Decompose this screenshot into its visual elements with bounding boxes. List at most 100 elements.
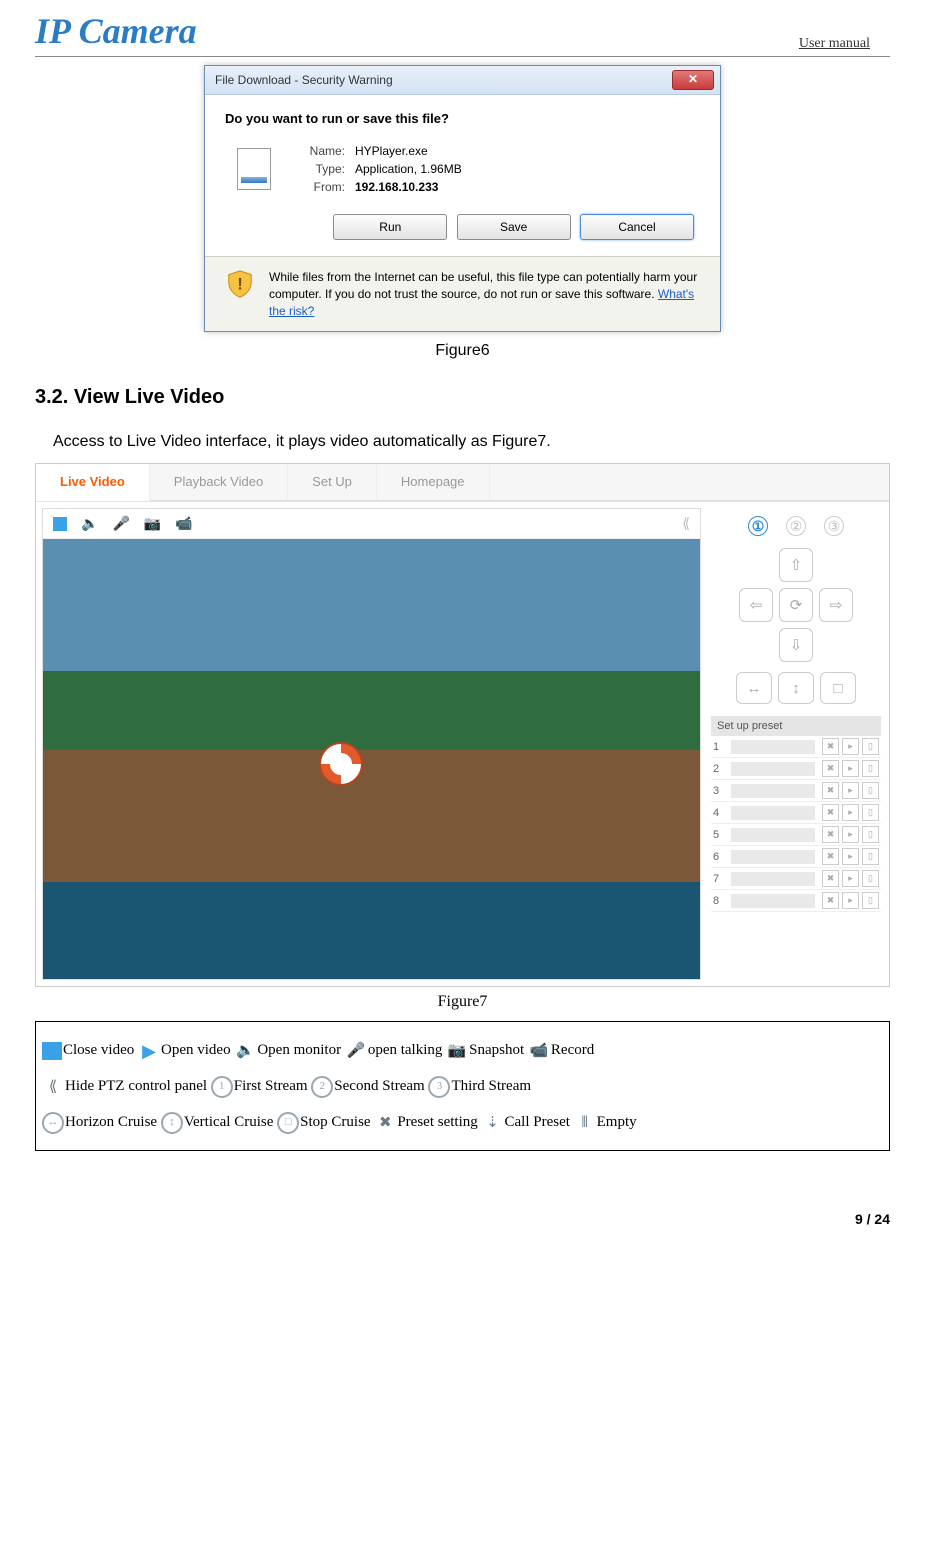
preset-clear-icon[interactable]: ▯ — [862, 870, 879, 887]
mic-icon[interactable] — [112, 515, 129, 532]
legend-icon: 🔈 — [234, 1042, 256, 1060]
preset-name-slot[interactable] — [731, 872, 815, 886]
tab-set-up[interactable]: Set Up — [288, 464, 377, 500]
preset-number: 2 — [713, 763, 727, 775]
stop-icon[interactable] — [53, 517, 67, 531]
preset-name-slot[interactable] — [731, 806, 815, 820]
preset-call-icon[interactable]: ▸ — [842, 826, 859, 843]
preset-name-slot[interactable] — [731, 740, 815, 754]
run-button[interactable]: Run — [333, 214, 447, 240]
preset-call-icon[interactable]: ▸ — [842, 892, 859, 909]
preset-name-slot[interactable] — [731, 784, 815, 798]
file-download-dialog: File Download - Security Warning ✕ Do yo… — [204, 65, 721, 332]
preset-heading: Set up preset — [711, 716, 881, 736]
preset-set-icon[interactable]: ✖ — [822, 760, 839, 777]
ptz-right-button[interactable]: ⇨ — [819, 588, 853, 622]
logo: IP Camera — [35, 10, 197, 52]
preset-clear-icon[interactable]: ▯ — [862, 738, 879, 755]
ptz-center-button[interactable]: ⟳ — [779, 588, 813, 622]
legend-label: Second Stream — [334, 1078, 424, 1094]
type-label: Type: — [293, 162, 345, 176]
preset-name-slot[interactable] — [731, 762, 815, 776]
tab-playback-video[interactable]: Playback Video — [150, 464, 288, 500]
snapshot-icon[interactable] — [144, 515, 161, 532]
preset-set-icon[interactable]: ✖ — [822, 826, 839, 843]
record-icon[interactable] — [175, 515, 192, 532]
tab-live-video[interactable]: Live Video — [36, 464, 150, 501]
stop-cruise-button[interactable]: □ — [820, 672, 856, 704]
preset-clear-icon[interactable]: ▯ — [862, 804, 879, 821]
preset-clear-icon[interactable]: ▯ — [862, 782, 879, 799]
vertical-cruise-button[interactable]: ↕ — [778, 672, 814, 704]
legend-label: Call Preset — [504, 1114, 569, 1130]
name-label: Name: — [293, 144, 345, 158]
page-header: IP Camera User manual — [35, 10, 890, 57]
preset-number: 4 — [713, 807, 727, 819]
legend-label: Stop Cruise — [300, 1114, 370, 1130]
stream-1-button[interactable]: ① — [748, 516, 768, 536]
preset-clear-icon[interactable]: ▯ — [862, 826, 879, 843]
tab-homepage[interactable]: Homepage — [377, 464, 490, 500]
legend-label: Record — [551, 1042, 594, 1058]
preset-row: 1✖▸▯ — [711, 736, 881, 758]
cancel-button[interactable]: Cancel — [580, 214, 694, 240]
preset-call-icon[interactable]: ▸ — [842, 848, 859, 865]
legend-icon: 2 — [311, 1076, 333, 1098]
preset-list: 1✖▸▯2✖▸▯3✖▸▯4✖▸▯5✖▸▯6✖▸▯7✖▸▯8✖▸▯ — [711, 736, 881, 912]
preset-name-slot[interactable] — [731, 850, 815, 864]
close-icon[interactable]: ✕ — [672, 70, 714, 90]
preset-clear-icon[interactable]: ▯ — [862, 760, 879, 777]
preset-row: 4 ✖▸▯ — [711, 802, 881, 824]
preset-set-icon[interactable]: ✖ — [822, 892, 839, 909]
preset-call-icon[interactable]: ▸ — [842, 782, 859, 799]
preset-name-slot[interactable] — [731, 828, 815, 842]
from-label: From: — [293, 180, 345, 194]
preset-row: 2 ✖▸▯ — [711, 758, 881, 780]
video-viewport — [43, 539, 700, 979]
preset-clear-icon[interactable]: ▯ — [862, 848, 879, 865]
legend-icon: ⟪ — [42, 1078, 64, 1096]
speaker-icon[interactable] — [81, 515, 98, 532]
preset-call-icon[interactable]: ▸ — [842, 760, 859, 777]
legend-box: Close video ▶Open video 🔈Open monitor 🎤o… — [35, 1021, 890, 1151]
preset-set-icon[interactable]: ✖ — [822, 848, 839, 865]
horizon-cruise-button[interactable]: ↔ — [736, 672, 772, 704]
preset-clear-icon[interactable]: ▯ — [862, 892, 879, 909]
dialog-question: Do you want to run or save this file? — [225, 111, 700, 126]
preset-set-icon[interactable]: ✖ — [822, 782, 839, 799]
preset-set-icon[interactable]: ✖ — [822, 738, 839, 755]
warning-msg: While files from the Internet can be use… — [269, 270, 697, 301]
legend-label: Open video — [161, 1042, 231, 1058]
preset-call-icon[interactable]: ▸ — [842, 738, 859, 755]
stream-2-button[interactable]: ② — [786, 516, 806, 536]
dialog-warning-text: While files from the Internet can be use… — [269, 269, 700, 319]
preset-set-icon[interactable]: ✖ — [822, 870, 839, 887]
live-toolbar — [43, 509, 700, 539]
preset-number: 3 — [713, 785, 727, 797]
preset-name-slot[interactable] — [731, 894, 815, 908]
stream-3-button[interactable]: ③ — [824, 516, 844, 536]
save-button[interactable]: Save — [457, 214, 571, 240]
legend-label: First Stream — [234, 1078, 308, 1094]
preset-call-icon[interactable]: ▸ — [842, 870, 859, 887]
preset-call-icon[interactable]: ▸ — [842, 804, 859, 821]
preset-set-icon[interactable]: ✖ — [822, 804, 839, 821]
hide-ptz-icon[interactable] — [682, 515, 690, 532]
preset-number: 6 — [713, 851, 727, 863]
ptz-down-button[interactable]: ⇩ — [779, 628, 813, 662]
section-intro: Access to Live Video interface, it plays… — [53, 433, 890, 451]
preset-row: 5 ✖▸▯ — [711, 824, 881, 846]
live-video-ui: Live Video Playback Video Set Up Homepag… — [35, 463, 890, 987]
preset-number: 5 — [713, 829, 727, 841]
type-value: Application, 1.96MB — [355, 162, 462, 176]
name-value: HYPlayer.exe — [355, 144, 428, 158]
legend-label: Horizon Cruise — [65, 1114, 157, 1130]
legend-icon: ⇣ — [481, 1114, 503, 1132]
ptz-left-button[interactable]: ⇦ — [739, 588, 773, 622]
page-current: 9 — [855, 1211, 863, 1227]
open-video-icon: ▶ — [138, 1042, 160, 1060]
page-number: 9 / 24 — [35, 1211, 890, 1227]
ptz-up-button[interactable]: ⇧ — [779, 548, 813, 582]
legend-icon: ✖ — [374, 1114, 396, 1132]
legend-label: Open monitor — [257, 1042, 341, 1058]
